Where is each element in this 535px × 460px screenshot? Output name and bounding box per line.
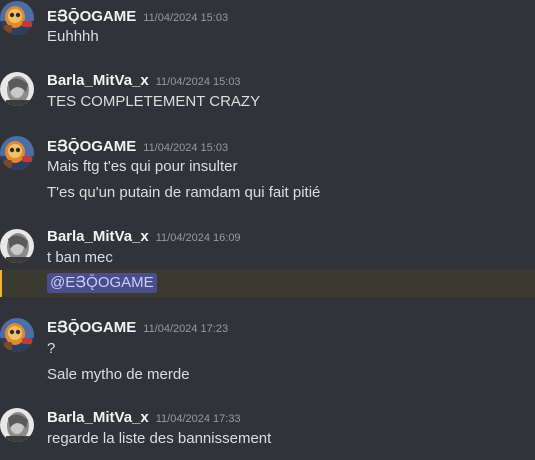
avatar-entogame[interactable] (0, 1, 34, 35)
grey-portrait-avatar-icon (0, 229, 34, 263)
message-header: EՅǬOGAME 11/04/2024 15:03 (47, 137, 228, 155)
message-text: Mais ftg t'es qui pour insulter (47, 158, 238, 175)
avatar-entogame[interactable] (0, 318, 34, 352)
timestamp: 11/04/2024 15:03 (143, 142, 229, 154)
message-text: regarde la liste des bannissement (47, 430, 272, 447)
message-header: EՅǬOGAME 11/04/2024 15:03 (47, 7, 228, 25)
avatar-barla[interactable] (0, 229, 34, 263)
robot-character-avatar-icon (0, 1, 34, 35)
username[interactable]: Barla_MitVa_x (47, 228, 149, 245)
grey-portrait-avatar-icon (0, 72, 34, 106)
username[interactable]: Barla_MitVa_x (47, 409, 149, 426)
message-text: Euhhhh (47, 28, 99, 45)
user-mention[interactable]: @EՅǬOGAME (47, 273, 157, 293)
timestamp: 11/04/2024 15:03 (143, 12, 229, 24)
timestamp: 11/04/2024 15:03 (155, 76, 241, 88)
timestamp: 11/04/2024 16:09 (155, 232, 241, 244)
message-header: Barla_MitVa_x 11/04/2024 17:33 (47, 409, 241, 426)
grey-portrait-avatar-icon (0, 408, 34, 442)
username[interactable]: EՅǬOGAME (47, 137, 136, 155)
username[interactable]: Barla_MitVa_x (47, 72, 149, 89)
avatar-entogame[interactable] (0, 136, 34, 170)
robot-character-avatar-icon (0, 136, 34, 170)
message-text: ? (47, 340, 56, 357)
chat-message-list: EՅǬOGAME 11/04/2024 15:03 Euhhhh Barla_M… (0, 0, 535, 460)
timestamp: 11/04/2024 17:23 (143, 323, 229, 335)
avatar-barla[interactable] (0, 72, 34, 106)
timestamp: 11/04/2024 17:33 (155, 413, 241, 425)
username[interactable]: EՅǬOGAME (47, 7, 136, 25)
message-header: EՅǬOGAME 11/04/2024 17:23 (47, 318, 228, 336)
mention-highlight-bar (0, 270, 2, 297)
username[interactable]: EՅǬOGAME (47, 318, 136, 336)
robot-character-avatar-icon (0, 318, 34, 352)
avatar-barla[interactable] (0, 408, 34, 442)
message-header: Barla_MitVa_x 11/04/2024 16:09 (47, 228, 241, 245)
message-text: t ban mec (47, 249, 113, 266)
mention-highlight-row: @EՅǬOGAME (0, 270, 535, 297)
message-text: T'es qu'un putain de ramdam qui fait pit… (47, 184, 321, 201)
message-text: TES COMPLETEMENT CRAZY (47, 93, 261, 110)
message-header: Barla_MitVa_x 11/04/2024 15:03 (47, 72, 241, 89)
message-text: Sale mytho de merde (47, 366, 190, 383)
